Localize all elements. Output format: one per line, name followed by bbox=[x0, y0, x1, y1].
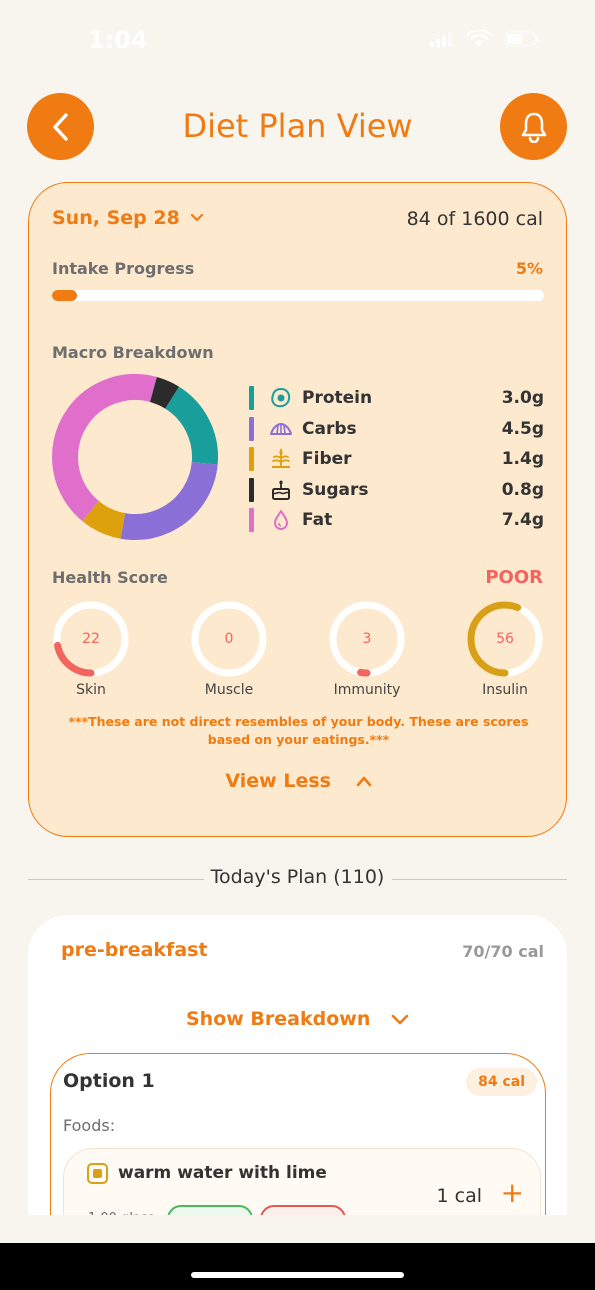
legend-item-fiber: Fiber 1.4g bbox=[249, 444, 544, 475]
gauge-label: Muscle bbox=[204, 682, 254, 698]
intake-progress-bar bbox=[52, 290, 544, 301]
food-checkbox[interactable] bbox=[87, 1163, 108, 1184]
chevron-down-icon bbox=[391, 1014, 409, 1025]
legend-color-sugars bbox=[249, 477, 254, 502]
todays-plan-divider: Today's Plan (110) bbox=[28, 866, 567, 892]
legend-item-carbs: Carbs 4.5g bbox=[249, 414, 544, 445]
status-icons bbox=[430, 30, 540, 48]
date-selector[interactable]: Sun, Sep 28 bbox=[52, 207, 204, 229]
croissant-icon bbox=[268, 417, 294, 441]
wifi-icon bbox=[466, 30, 492, 47]
gauge-value: 56 bbox=[496, 631, 514, 647]
foods-label: Foods: bbox=[63, 1116, 116, 1135]
status-time: 1:04 bbox=[88, 26, 148, 54]
legend-item-fat: Fat 7.4g bbox=[249, 505, 544, 536]
legend-value: 1.4g bbox=[501, 449, 544, 470]
legend-color-protein bbox=[249, 386, 254, 411]
gauge-value: 3 bbox=[362, 631, 372, 647]
legend-value: 4.5g bbox=[501, 418, 544, 439]
legend-label: Sugars bbox=[302, 479, 369, 500]
legend-label: Fat bbox=[302, 510, 333, 531]
meal-calories: 70/70 cal bbox=[462, 942, 544, 961]
legend-value: 3.0g bbox=[501, 388, 544, 409]
bell-icon bbox=[521, 112, 546, 143]
gauge-label: Insulin bbox=[482, 682, 528, 698]
food-calories: 1 cal bbox=[436, 1185, 483, 1207]
macro-legend: Protein 3.0g Carbs 4.5g Fiber 1.4g Sugar… bbox=[249, 383, 544, 536]
health-gauges: 22 Skin 0 Muscle 3 Immunity 56 Insulin bbox=[29, 599, 568, 709]
legend-item-sugars: Sugars 0.8g bbox=[249, 475, 544, 506]
plus-icon: + bbox=[500, 1176, 524, 1209]
gauge-skin: 22 Skin bbox=[41, 599, 141, 698]
chevron-down-icon bbox=[190, 213, 203, 222]
gauge-value: 22 bbox=[82, 631, 100, 647]
chevron-up-icon bbox=[356, 776, 371, 787]
legend-color-carbs bbox=[249, 416, 254, 441]
gauge-label: Skin bbox=[76, 682, 106, 698]
divider-line-right bbox=[392, 879, 567, 880]
cake-icon bbox=[268, 478, 294, 502]
calorie-total: 84 of 1600 cal bbox=[406, 208, 543, 230]
status-bar: 1:04 bbox=[0, 0, 595, 80]
gauge-label: Immunity bbox=[333, 682, 401, 698]
legend-color-fiber bbox=[249, 447, 254, 472]
intake-progress-label: Intake Progress bbox=[52, 259, 195, 278]
meal-name: pre-breakfast bbox=[61, 939, 208, 961]
gauge-insulin: 56 Insulin bbox=[455, 599, 555, 698]
option-title: Option 1 bbox=[63, 1070, 155, 1092]
battery-icon bbox=[504, 31, 539, 47]
home-bar-area bbox=[0, 1243, 595, 1290]
content-clip bbox=[0, 1215, 595, 1243]
legend-value: 0.8g bbox=[501, 479, 544, 500]
header: Diet Plan View bbox=[0, 93, 595, 161]
legend-item-protein: Protein 3.0g bbox=[249, 383, 544, 414]
macro-breakdown-label: Macro Breakdown bbox=[52, 343, 214, 362]
date-label: Sun, Sep 28 bbox=[52, 207, 180, 229]
legend-label: Fiber bbox=[302, 449, 352, 470]
notifications-button[interactable] bbox=[500, 93, 567, 160]
intake-progress-fill bbox=[52, 290, 77, 301]
show-breakdown-button[interactable]: Show Breakdown bbox=[28, 1008, 567, 1030]
gauge-immunity: 3 Immunity bbox=[317, 599, 417, 698]
protein-icon bbox=[268, 386, 294, 410]
wheat-icon bbox=[268, 447, 294, 471]
health-disclaimer: ***These are not direct resembles of you… bbox=[68, 714, 529, 747]
option-calories-badge: 84 cal bbox=[466, 1068, 537, 1096]
intake-percent: 5% bbox=[515, 259, 543, 278]
legend-value: 7.4g bbox=[501, 510, 544, 531]
health-status-badge: POOR bbox=[485, 567, 543, 588]
home-indicator[interactable] bbox=[191, 1272, 404, 1278]
show-breakdown-label: Show Breakdown bbox=[186, 1008, 371, 1030]
legend-label: Carbs bbox=[302, 418, 357, 439]
add-food-button[interactable]: + bbox=[501, 1179, 524, 1207]
view-less-label: View Less bbox=[225, 770, 331, 792]
health-score-label: Health Score bbox=[52, 568, 168, 587]
droplet-icon bbox=[268, 508, 294, 532]
legend-color-fat bbox=[249, 508, 254, 533]
signal-icon bbox=[430, 32, 452, 47]
gauge-muscle: 0 Muscle bbox=[179, 599, 279, 698]
legend-label: Protein bbox=[302, 388, 373, 409]
meal-card: pre-breakfast 70/70 cal Show Breakdown O… bbox=[28, 915, 567, 1268]
view-less-button[interactable]: View Less bbox=[29, 770, 568, 792]
gauge-value: 0 bbox=[224, 631, 234, 647]
food-name: warm water with lime bbox=[118, 1163, 327, 1183]
summary-card: Sun, Sep 28 84 of 1600 cal Intake Progre… bbox=[28, 182, 567, 837]
checkbox-mark bbox=[93, 1169, 102, 1178]
todays-plan-title: Today's Plan (110) bbox=[210, 866, 385, 888]
macro-donut-chart bbox=[52, 374, 218, 540]
